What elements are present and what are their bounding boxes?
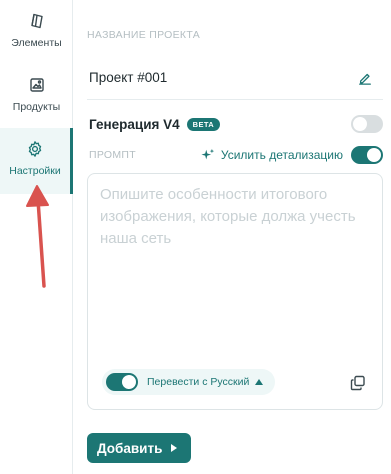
sidebar-item-label: Настройки	[9, 165, 61, 177]
cube-icon	[28, 12, 46, 30]
translate-label: Перевести с Русский	[147, 376, 250, 388]
beta-badge: BETA	[186, 117, 221, 131]
generation-title: Генерация V4	[89, 116, 180, 132]
prompt-label: ПРОМПТ	[89, 149, 136, 161]
generation-row: Генерация V4 BETA	[87, 113, 383, 135]
enhance-detail-label: Усилить детализацию	[220, 148, 343, 162]
project-name-row[interactable]: Проект #001	[87, 56, 383, 100]
translate-control[interactable]: Перевести с Русский	[102, 369, 276, 395]
enhance-detail-control: Усилить детализацию	[201, 146, 383, 164]
project-name-label: НАЗВАНИЕ ПРОЕКТА	[87, 29, 200, 41]
add-button-label: Добавить	[97, 440, 163, 456]
gear-icon	[26, 140, 44, 158]
caret-right-icon	[171, 444, 178, 452]
enhance-detail-toggle[interactable]	[351, 146, 383, 164]
sidebar-item-label: Продукты	[12, 101, 61, 113]
add-button[interactable]: Добавить	[87, 433, 192, 463]
prompt-textarea[interactable]: Опишите особенности итогового изображени…	[87, 173, 383, 410]
sidebar-item-products[interactable]: Продукты	[0, 64, 73, 124]
project-name-value: Проект #001	[89, 70, 168, 85]
toggle-knob	[367, 148, 381, 162]
toggle-knob	[353, 117, 367, 131]
caret-up-icon	[255, 379, 264, 385]
prompt-placeholder: Опишите особенности итогового изображени…	[100, 186, 356, 247]
sidebar: Элементы Продукты Настройки	[0, 0, 73, 474]
generation-toggle[interactable]	[351, 115, 383, 133]
prompt-header: ПРОМПТ Усилить детализацию	[87, 146, 383, 164]
sidebar-item-elements[interactable]: Элементы	[0, 0, 73, 60]
toggle-knob	[122, 375, 136, 389]
pencil-icon[interactable]	[357, 70, 373, 86]
image-icon	[28, 76, 46, 94]
sidebar-item-settings[interactable]: Настройки	[0, 128, 73, 194]
sparkle-icon	[201, 148, 215, 162]
sidebar-item-label: Элементы	[11, 37, 62, 49]
translate-toggle[interactable]	[106, 373, 138, 391]
copy-icon[interactable]	[350, 375, 366, 391]
